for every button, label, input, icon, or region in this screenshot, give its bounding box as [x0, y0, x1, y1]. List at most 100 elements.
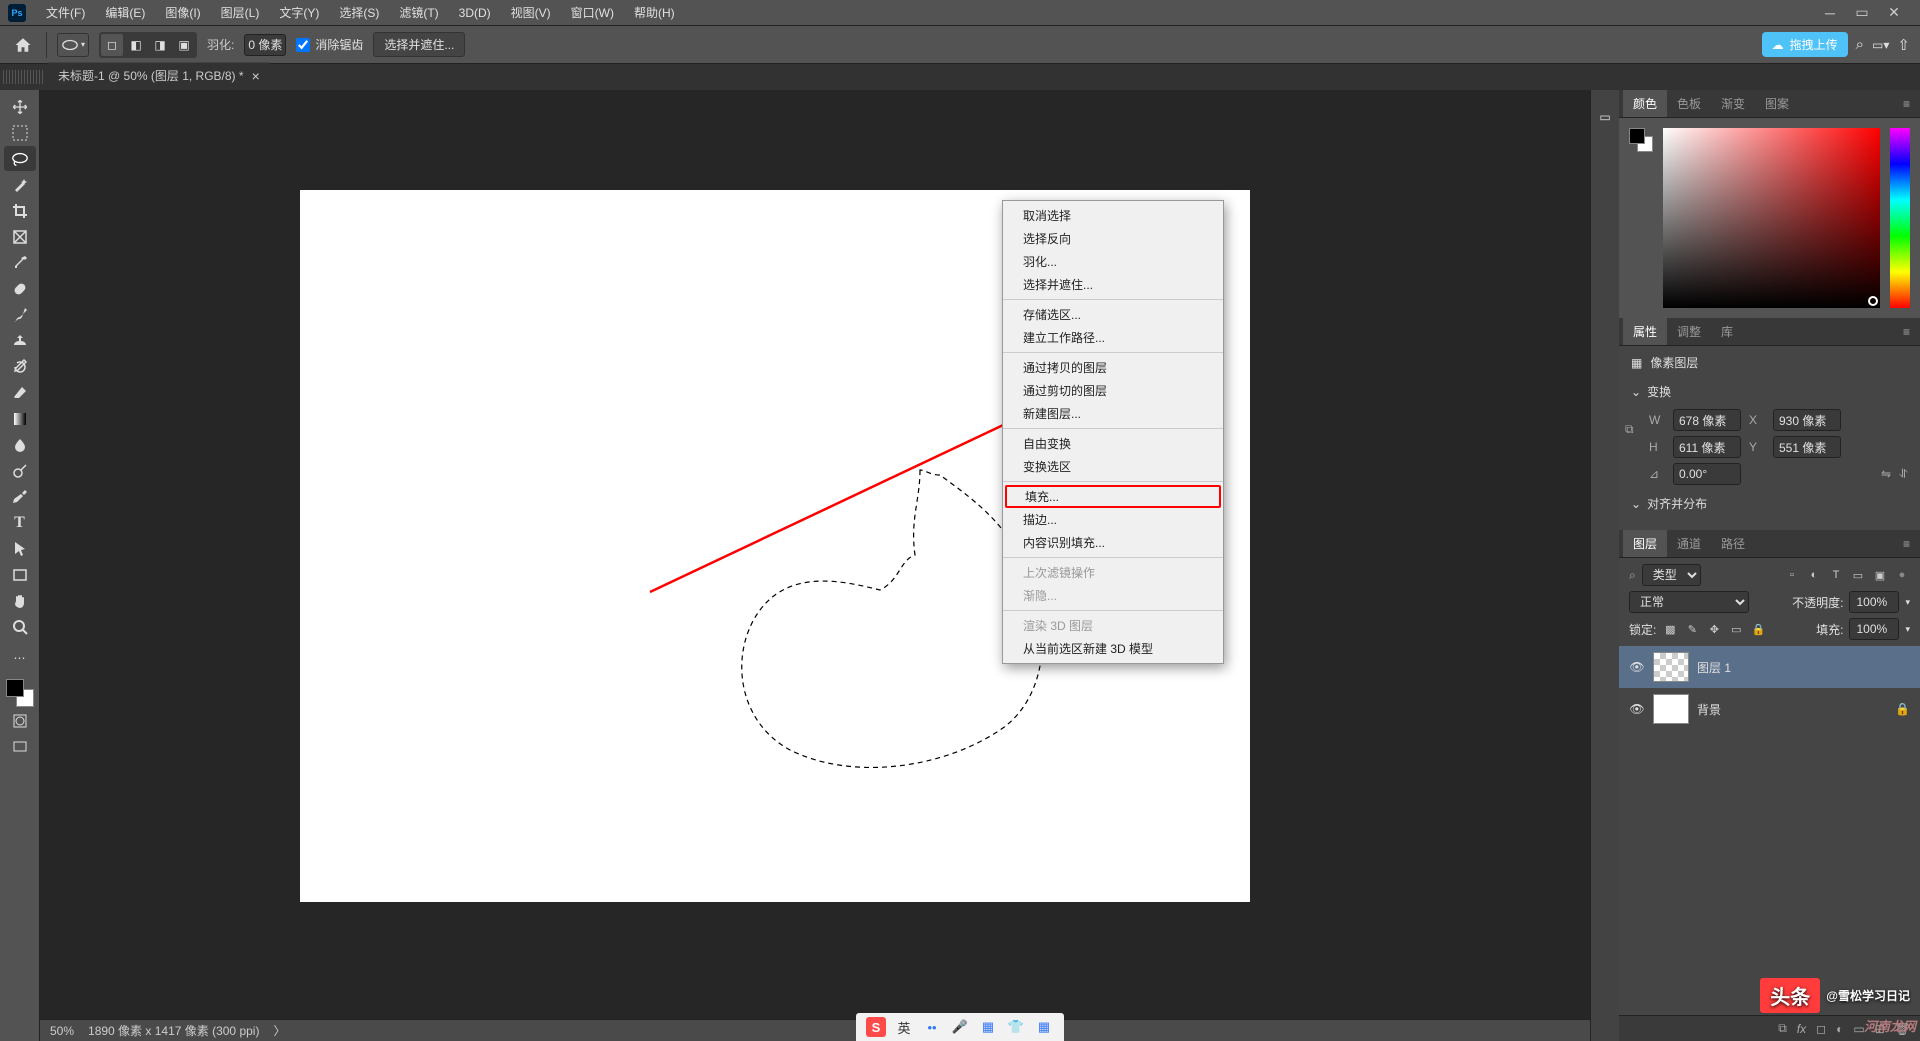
tab-paths[interactable]: 路径 [1711, 530, 1755, 557]
layer-row[interactable]: 👁 图层 1 [1619, 646, 1920, 688]
color-field[interactable] [1663, 128, 1880, 308]
ime-punct-icon[interactable]: •• [922, 1017, 942, 1037]
layer-name[interactable]: 背景 [1697, 701, 1721, 718]
ctx-fill[interactable]: 填充... [1005, 485, 1221, 508]
canvas-area[interactable]: 取消选择 选择反向 羽化... 选择并遮住... 存储选区... 建立工作路径.… [40, 90, 1590, 1041]
crop-tool[interactable] [4, 198, 36, 223]
search-icon[interactable]: ⌕ [1856, 36, 1864, 53]
lock-pixels-icon[interactable]: ✎ [1684, 621, 1700, 637]
fill-input[interactable] [1849, 618, 1899, 640]
tool-preset-picker[interactable]: ▾ [57, 33, 89, 57]
document-tab[interactable]: 未标题-1 @ 50% (图层 1, RGB/8) * × [48, 62, 270, 90]
document-tab-close-button[interactable]: × [252, 68, 260, 84]
menu-file[interactable]: 文件(F) [36, 4, 95, 21]
ctx-make-workpath[interactable]: 建立工作路径... [1003, 326, 1223, 349]
ctx-new-layer[interactable]: 新建图层... [1003, 402, 1223, 425]
spot-healing-tool[interactable] [4, 276, 36, 301]
eraser-tool[interactable] [4, 380, 36, 405]
ime-toolbox-icon[interactable]: ▦ [1034, 1017, 1054, 1037]
opacity-input[interactable] [1849, 591, 1899, 613]
tab-libraries[interactable]: 库 [1711, 318, 1743, 345]
quick-mask-button[interactable] [4, 708, 36, 733]
ctx-save-selection[interactable]: 存储选区... [1003, 303, 1223, 326]
selection-subtract-button[interactable]: ◨ [149, 34, 171, 56]
filter-adjust-icon[interactable]: ◐ [1806, 567, 1822, 583]
ctx-layer-via-copy[interactable]: 通过拷贝的图层 [1003, 356, 1223, 379]
menu-layer[interactable]: 图层(L) [211, 4, 270, 21]
layer-thumbnail[interactable] [1653, 652, 1689, 682]
tab-adjustments[interactable]: 调整 [1667, 318, 1711, 345]
menu-image[interactable]: 图像(I) [155, 4, 210, 21]
align-section-header[interactable]: ⌄对齐并分布 [1631, 491, 1908, 516]
gradient-tool[interactable] [4, 406, 36, 431]
width-input[interactable] [1673, 409, 1741, 431]
sogou-ime-icon[interactable]: S [866, 1017, 886, 1037]
tab-properties[interactable]: 属性 [1623, 318, 1667, 345]
clone-stamp-tool[interactable] [4, 328, 36, 353]
transform-section-header[interactable]: ⌄变换 [1631, 379, 1908, 404]
layer-visibility-icon[interactable]: 👁 [1629, 660, 1645, 674]
filter-icon[interactable]: ⌕ [1629, 568, 1636, 583]
layer-row[interactable]: 👁 背景 🔒 [1619, 688, 1920, 730]
ctx-transform-selection[interactable]: 变换选区 [1003, 455, 1223, 478]
filter-smart-icon[interactable]: ▣ [1872, 567, 1888, 583]
filter-toggle-icon[interactable]: ● [1894, 567, 1910, 583]
lock-position-icon[interactable]: ✥ [1706, 621, 1722, 637]
menu-type[interactable]: 文字(Y) [269, 4, 329, 21]
ctx-content-aware-fill[interactable]: 内容识别填充... [1003, 531, 1223, 554]
angle-input[interactable] [1673, 463, 1741, 485]
ctx-feather[interactable]: 羽化... [1003, 250, 1223, 273]
ime-emoji-icon[interactable]: 👕 [1006, 1017, 1026, 1037]
ctx-select-and-mask[interactable]: 选择并遮住... [1003, 273, 1223, 296]
eyedropper-tool[interactable] [4, 250, 36, 275]
lock-transparency-icon[interactable]: ▩ [1662, 621, 1678, 637]
panel-menu-button[interactable]: ≡ [1897, 537, 1916, 551]
color-mini-swatches[interactable] [1629, 128, 1653, 152]
layer-fx-icon[interactable]: fx [1797, 1022, 1806, 1036]
foreground-color-swatch[interactable] [6, 679, 24, 697]
menu-filter[interactable]: 滤镜(T) [389, 4, 448, 21]
edit-toolbar-button[interactable]: ⋯ [4, 645, 36, 670]
dodge-tool[interactable] [4, 458, 36, 483]
layer-filter-select[interactable]: 类型 [1642, 564, 1701, 586]
panel-menu-button[interactable]: ≡ [1897, 325, 1916, 339]
layer-visibility-icon[interactable]: 👁 [1629, 702, 1645, 716]
tab-color[interactable]: 颜色 [1623, 90, 1667, 117]
tab-gradients[interactable]: 渐变 [1711, 90, 1755, 117]
menu-select[interactable]: 选择(S) [329, 4, 389, 21]
home-button[interactable] [10, 32, 36, 58]
filter-type-icon[interactable]: T [1828, 567, 1844, 583]
window-minimize-button[interactable]: ─ [1820, 5, 1840, 21]
brush-tool[interactable] [4, 302, 36, 327]
panel-drag-grip[interactable] [3, 70, 45, 84]
layer-mask-icon[interactable]: ◻ [1816, 1022, 1826, 1036]
menu-window[interactable]: 窗口(W) [561, 4, 624, 21]
feather-input[interactable] [244, 34, 286, 56]
history-panel-icon[interactable]: ▭ [1599, 110, 1610, 124]
layer-name[interactable]: 图层 1 [1697, 659, 1731, 676]
hue-slider[interactable] [1890, 128, 1910, 308]
document-info[interactable]: 1890 像素 x 1417 像素 (300 ppi) [88, 1022, 259, 1039]
info-flyout-icon[interactable]: 〉 [273, 1022, 285, 1039]
ime-skin-icon[interactable]: ▦ [978, 1017, 998, 1037]
tab-patterns[interactable]: 图案 [1755, 90, 1799, 117]
type-tool[interactable]: T [4, 510, 36, 535]
link-wh-icon[interactable]: ⧉ [1625, 422, 1634, 437]
workspace-switcher-icon[interactable]: ▭▾ [1872, 38, 1889, 52]
select-and-mask-button[interactable]: 选择并遮住... [373, 32, 465, 57]
tab-swatches[interactable]: 色板 [1667, 90, 1711, 117]
ctx-layer-via-cut[interactable]: 通过剪切的图层 [1003, 379, 1223, 402]
blur-tool[interactable] [4, 432, 36, 457]
share-icon[interactable]: ⇧ [1897, 36, 1910, 54]
adjustment-layer-icon[interactable]: ◐ [1836, 1022, 1843, 1036]
filter-pixel-icon[interactable]: ▫ [1784, 567, 1800, 583]
flip-horizontal-icon[interactable]: ⇋ [1881, 467, 1891, 481]
lock-artboard-icon[interactable]: ▭ [1728, 621, 1744, 637]
menu-3d[interactable]: 3D(D) [449, 6, 501, 20]
tab-layers[interactable]: 图层 [1623, 530, 1667, 557]
frame-tool[interactable] [4, 224, 36, 249]
menu-view[interactable]: 视图(V) [501, 4, 561, 21]
zoom-level[interactable]: 50% [50, 1024, 74, 1038]
history-brush-tool[interactable] [4, 354, 36, 379]
height-input[interactable] [1673, 436, 1741, 458]
